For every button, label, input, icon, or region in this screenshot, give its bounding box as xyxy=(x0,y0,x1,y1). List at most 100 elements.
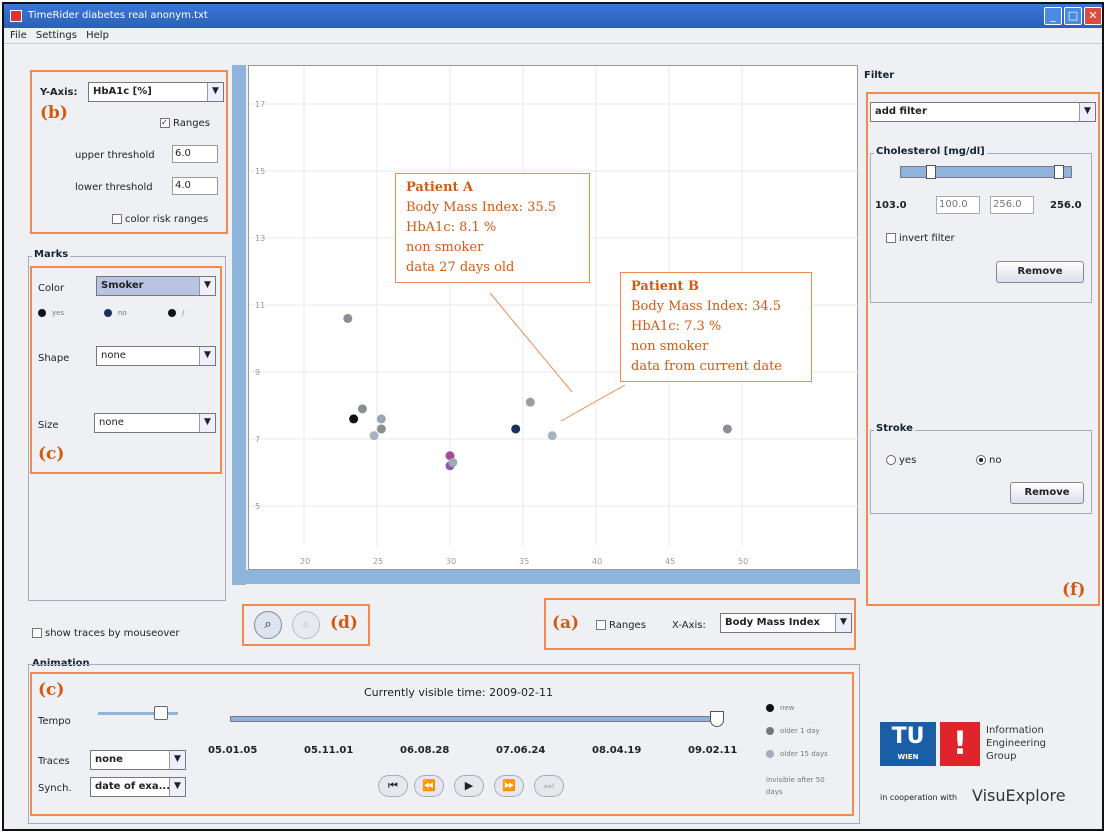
yaxis-select[interactable]: HbA1c [%] ▼ xyxy=(88,82,224,102)
remove-stroke-filter-button[interactable]: Remove xyxy=(1010,482,1084,504)
data-point[interactable] xyxy=(511,424,521,434)
data-point[interactable] xyxy=(349,414,359,424)
time-axis-date: 09.02.11 xyxy=(688,745,738,756)
shape-label: Shape xyxy=(38,353,70,364)
visuexplore-logo: VisuExplore xyxy=(972,786,1066,805)
y-tick-label: 9 xyxy=(255,368,260,377)
time-axis-date: 08.04.19 xyxy=(592,745,642,756)
traces-select[interactable]: none ▼ xyxy=(90,750,186,770)
zoom-in-icon[interactable]: ⌕ xyxy=(254,611,282,639)
y-tick-label: 7 xyxy=(255,435,260,444)
xaxis-select[interactable]: Body Mass Index ▼ xyxy=(720,613,852,633)
data-point[interactable] xyxy=(448,457,458,467)
close-button[interactable]: ✕ xyxy=(1084,7,1102,25)
patient-b-bmi: Body Mass Index: 34.5 xyxy=(631,299,782,314)
patient-a-age: data 27 days old xyxy=(406,260,515,275)
rewind-to-start-button[interactable]: ⏮ xyxy=(378,775,408,797)
x-tick-label: 35 xyxy=(519,557,529,566)
patient-b-smoker: non smoker xyxy=(631,339,709,354)
menu-file[interactable]: File xyxy=(10,30,27,41)
patient-b-hba1c: HbA1c: 7.3 % xyxy=(631,319,722,334)
legend-older-15-days: older 15 days xyxy=(766,750,828,758)
time-slider-handle[interactable] xyxy=(710,711,724,727)
data-point[interactable] xyxy=(547,431,557,441)
fast-forward-icon: ⏩ xyxy=(502,779,516,792)
invert-filter-checkbox[interactable]: invert filter xyxy=(886,233,955,244)
current-time-label: Currently visible time: 2009-02-11 xyxy=(364,686,554,699)
skip-forward-icon: ⏭ xyxy=(544,779,554,792)
chevron-down-icon: ▼ xyxy=(169,751,185,769)
invisible-after-label: invisible after 50 days xyxy=(766,776,825,796)
marks-panel xyxy=(30,266,222,474)
ranges-checkbox[interactable]: ✓ Ranges xyxy=(160,118,210,129)
ieg-logo: ! xyxy=(940,722,980,766)
x-tick-label: 30 xyxy=(446,557,456,566)
x-tick-label: 25 xyxy=(373,557,383,566)
cooperation-text: in cooperation with xyxy=(880,793,958,802)
label-d: (d) xyxy=(330,613,358,633)
step-forward-button[interactable]: ⏩ xyxy=(494,775,524,797)
minimize-button[interactable]: _ xyxy=(1044,7,1062,25)
y-tick-label: 15 xyxy=(255,167,265,176)
lower-threshold-field[interactable]: 4.0 xyxy=(172,177,218,195)
patient-b-title: Patient B xyxy=(631,279,700,294)
marks-title: Marks xyxy=(32,249,71,260)
tempo-slider-handle[interactable] xyxy=(154,706,168,720)
play-button[interactable]: ▶ xyxy=(454,775,484,797)
app-icon xyxy=(10,10,22,22)
cholesterol-low-field[interactable]: 100.0 xyxy=(936,196,980,214)
cholesterol-high-field[interactable]: 256.0 xyxy=(990,196,1034,214)
menu-help[interactable]: Help xyxy=(86,30,109,41)
menu-settings[interactable]: Settings xyxy=(36,30,77,41)
x-tick-label: 45 xyxy=(665,557,675,566)
y-tick-label: 5 xyxy=(255,502,260,511)
xaxis-ranges-checkbox[interactable]: Ranges xyxy=(596,620,646,631)
patient-a-bmi: Body Mass Index: 35.5 xyxy=(406,200,557,215)
data-point[interactable] xyxy=(376,414,386,424)
step-back-button[interactable]: ⏪ xyxy=(414,775,444,797)
y-tick-label: 17 xyxy=(255,100,265,109)
time-axis-date: 06.08.28 xyxy=(400,745,450,756)
label-f: (f) xyxy=(1062,580,1086,600)
patient-a-smoker: non smoker xyxy=(406,240,484,255)
skip-to-end-button[interactable]: ⏭ xyxy=(534,775,564,797)
color-select[interactable]: Smoker ▼ xyxy=(96,276,216,296)
stroke-no-radio[interactable]: no xyxy=(976,455,1001,466)
data-point[interactable] xyxy=(343,313,353,323)
zoom-out-icon[interactable]: ⌕ xyxy=(292,611,320,639)
color-risk-checkbox[interactable]: color risk ranges xyxy=(112,214,208,225)
data-point[interactable] xyxy=(357,404,367,414)
x-tick-label: 20 xyxy=(300,557,310,566)
horizontal-scrollbar[interactable] xyxy=(246,570,860,584)
cholesterol-max: 256.0 xyxy=(1050,200,1082,211)
cholesterol-min: 103.0 xyxy=(875,200,907,211)
lower-threshold-label: lower threshold xyxy=(75,182,153,193)
range-handle-high[interactable] xyxy=(1054,165,1064,179)
y-tick-label: 13 xyxy=(255,234,265,243)
data-point[interactable] xyxy=(525,397,535,407)
tu-wien-logo: TU WIEN xyxy=(880,722,936,766)
show-traces-checkbox[interactable]: show traces by mouseover xyxy=(32,628,180,639)
vertical-scrollbar[interactable] xyxy=(232,65,246,585)
chevron-down-icon: ▼ xyxy=(199,277,215,295)
data-point[interactable] xyxy=(369,431,379,441)
upper-threshold-field[interactable]: 6.0 xyxy=(172,145,218,163)
color-legend-no: no xyxy=(104,309,127,317)
data-point[interactable] xyxy=(722,424,732,434)
label-b: (b) xyxy=(40,103,68,123)
shape-select[interactable]: none ▼ xyxy=(96,346,216,366)
synch-select[interactable]: date of exa... ▼ xyxy=(90,777,186,797)
chevron-down-icon: ▼ xyxy=(207,83,223,101)
maximize-button[interactable]: □ xyxy=(1064,7,1082,25)
time-axis-date: 05.01.05 xyxy=(208,745,258,756)
label-a: (a) xyxy=(552,613,580,633)
time-slider-track[interactable] xyxy=(230,716,720,722)
time-axis-date: 05.11.01 xyxy=(304,745,354,756)
stroke-yes-radio[interactable]: yes xyxy=(886,455,916,466)
add-filter-select[interactable]: add filter ▼ xyxy=(870,102,1096,122)
size-select[interactable]: none ▼ xyxy=(94,413,216,433)
patient-a-title: Patient A xyxy=(406,180,474,195)
range-handle-low[interactable] xyxy=(926,165,936,179)
data-point[interactable] xyxy=(376,424,386,434)
remove-cholesterol-filter-button[interactable]: Remove xyxy=(996,261,1084,283)
